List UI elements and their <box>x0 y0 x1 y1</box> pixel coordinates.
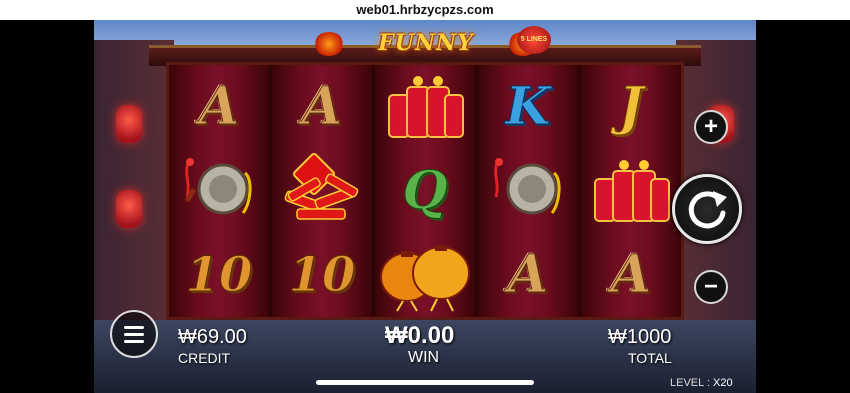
total-value: ₩1000 <box>608 326 672 348</box>
reel-1: A 10 <box>169 65 269 317</box>
lantern-decoration <box>116 190 142 228</box>
firecracker-bundle-icon <box>375 65 475 149</box>
credit-label: CREDIT <box>178 350 231 366</box>
symbol-letter: A <box>507 244 549 305</box>
symbol-letter: A <box>301 76 343 137</box>
reel-grid: A 10 A 10 Q K A J A <box>166 62 684 320</box>
symbol-a: A <box>478 233 578 317</box>
browser-url-bar[interactable]: web01.hrbzycpzs.com <box>0 0 850 20</box>
symbol-k: K <box>478 65 578 149</box>
reel-5: J A <box>581 65 681 317</box>
credit-value: ₩69.00 <box>178 326 247 348</box>
lines-badge: 5 LINES <box>517 26 551 54</box>
spin-icon <box>688 191 727 229</box>
home-indicator[interactable] <box>316 380 534 385</box>
gong-icon <box>478 149 578 233</box>
reel-4: K A <box>478 65 578 317</box>
symbol-letter: J <box>618 76 644 137</box>
spin-button[interactable] <box>672 174 742 244</box>
symbol-letter: A <box>610 244 652 305</box>
symbol-10: 10 <box>169 233 269 317</box>
reel-3: Q <box>375 65 475 317</box>
lantern-decoration <box>116 105 142 143</box>
symbol-a: A <box>581 233 681 317</box>
firecracker-bundle-icon <box>581 149 681 233</box>
reel-2: A 10 <box>272 65 372 317</box>
level-value: X20 <box>713 377 733 389</box>
win-label: WIN <box>408 349 440 366</box>
symbol-a: A <box>272 65 372 149</box>
flame-decoration-left <box>314 32 344 56</box>
total-label: TOTAL <box>628 350 672 366</box>
bet-decrease-button[interactable]: − <box>694 270 728 304</box>
game-logo: FUNNY ALPACA <box>314 26 538 90</box>
symbol-letter: A <box>198 76 240 137</box>
menu-button[interactable] <box>110 310 158 358</box>
symbol-letter: K <box>505 76 551 137</box>
minus-icon: − <box>703 273 718 300</box>
gong-icon <box>169 149 269 233</box>
symbol-number: 10 <box>288 247 356 304</box>
bet-increase-button[interactable]: + <box>694 110 728 144</box>
symbol-number: 10 <box>185 247 253 304</box>
plus-icon: + <box>703 113 718 140</box>
symbol-a: A <box>169 65 269 149</box>
win-value: ₩0.00 <box>385 322 455 349</box>
symbol-j: J <box>581 65 681 149</box>
lanterns-icon <box>375 233 475 317</box>
symbol-10: 10 <box>272 233 372 317</box>
firecrackers-icon <box>272 149 372 233</box>
level-indicator: LEVEL : X20 <box>670 377 733 389</box>
level-label: LEVEL : <box>670 377 710 389</box>
symbol-letter: Q <box>402 160 448 221</box>
symbol-q: Q <box>375 149 475 233</box>
